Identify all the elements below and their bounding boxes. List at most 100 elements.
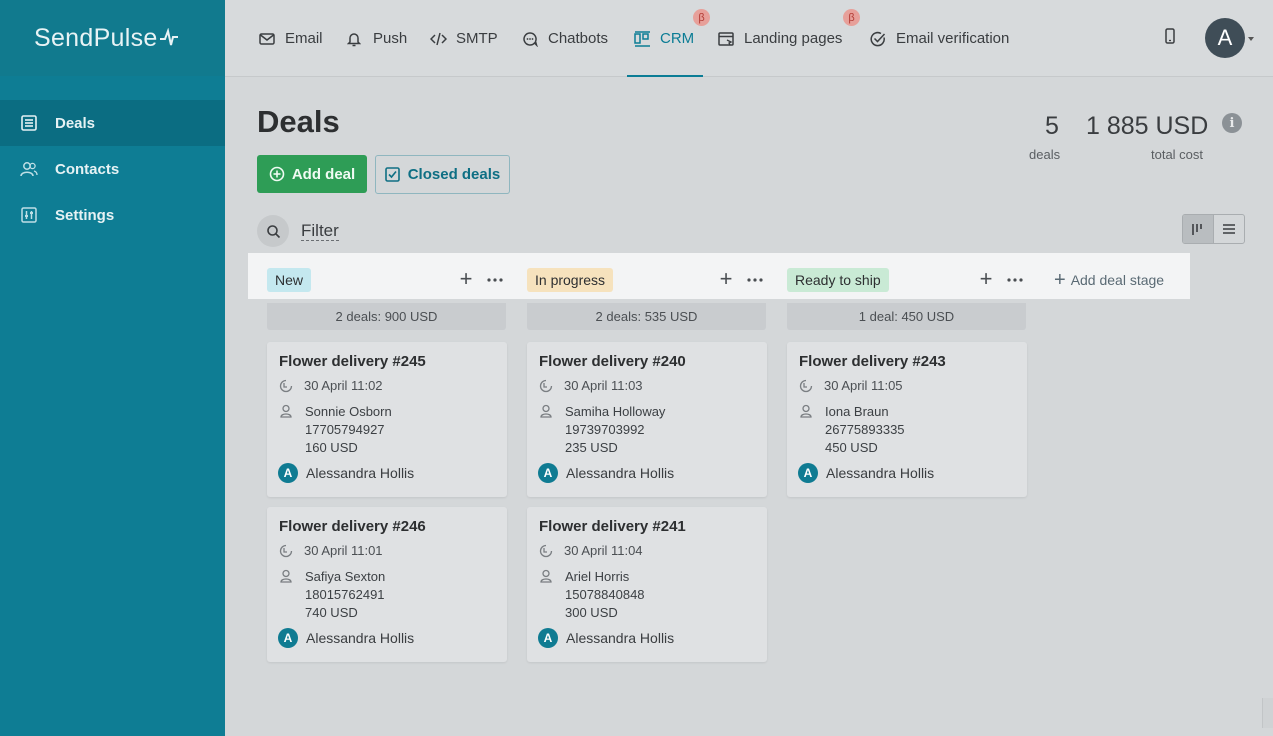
chat-icon: [522, 30, 539, 47]
deal-card[interactable]: Flower delivery #246 30 April 11:01 Safi…: [267, 507, 507, 662]
column-summary: 2 deals: 535 USD: [527, 303, 766, 330]
sidebar-item-contacts[interactable]: Contacts: [0, 146, 225, 192]
plus-icon: +: [1054, 269, 1066, 291]
add-deal-stage-button[interactable]: + Add deal stage: [1054, 269, 1164, 291]
nav-landing-pages-label: Landing pages: [744, 30, 843, 47]
deal-contact: Samiha Holloway: [565, 404, 666, 419]
deal-date: 30 April 11:05: [824, 378, 903, 393]
checkbox-icon: [384, 167, 400, 182]
search-icon[interactable]: [257, 215, 289, 247]
add-deal-stage-label: Add deal stage: [1070, 272, 1165, 288]
board-view-button[interactable]: [1183, 215, 1214, 243]
top-navigation: Email Push SMTP Chatbots CRM β Landing p…: [225, 0, 1273, 77]
sidebar-item-settings[interactable]: Settings: [0, 192, 225, 238]
nav-push-label: Push: [373, 30, 408, 47]
deal-card[interactable]: Flower delivery #245 30 April 11:02 Sonn…: [267, 342, 507, 497]
contacts-icon: [20, 160, 38, 178]
owner-avatar: A: [538, 628, 558, 648]
deal-phone: 17705794927: [305, 422, 385, 437]
nav-crm[interactable]: CRM: [626, 0, 704, 77]
deal-amount: 300 USD: [565, 605, 618, 620]
filter-link[interactable]: Filter: [301, 221, 339, 241]
owner-avatar: A: [278, 628, 298, 648]
nav-smtp[interactable]: SMTP: [430, 0, 498, 77]
more-icon[interactable]: [744, 269, 766, 291]
nav-email[interactable]: Email: [259, 0, 323, 77]
nav-push[interactable]: Push: [347, 0, 407, 77]
closed-deals-button[interactable]: Closed deals: [375, 155, 510, 194]
page-title: Deals: [257, 104, 340, 139]
list-icon: [1223, 224, 1235, 234]
clock-icon: [279, 379, 293, 393]
add-deal-button[interactable]: Add deal: [257, 155, 367, 193]
nav-landing-pages[interactable]: Landing pages: [718, 0, 842, 77]
stage-tag-in-progress[interactable]: In progress: [527, 268, 614, 292]
deal-card[interactable]: Flower delivery #240 30 April 11:03 Sami…: [527, 342, 767, 497]
deal-title: Flower delivery #241: [539, 518, 686, 535]
list-view-button[interactable]: [1214, 215, 1244, 243]
stage-tag-new[interactable]: New: [267, 268, 312, 292]
column-summary: 2 deals: 900 USD: [267, 303, 506, 330]
deal-card[interactable]: Flower delivery #243 30 April 11:05 Iona…: [787, 342, 1027, 497]
crm-beta-badge: β: [693, 9, 710, 26]
deals-icon: [20, 114, 38, 132]
nav-email-label: Email: [285, 30, 323, 47]
deal-date: 30 April 11:03: [564, 378, 643, 393]
deal-phone: 19739703992: [565, 422, 645, 437]
more-icon[interactable]: [484, 269, 506, 291]
sidebar: SendPulse Deals Contacts Settings: [0, 0, 225, 736]
add-deal-to-ready-icon[interactable]: +: [975, 268, 997, 291]
stage-tag-ready-to-ship[interactable]: Ready to ship: [787, 268, 889, 292]
nav-chatbots[interactable]: Chatbots: [522, 0, 608, 77]
pulse-icon: [159, 28, 178, 46]
sidebar-item-label: Settings: [55, 206, 115, 224]
deal-card[interactable]: Flower delivery #241 30 April 11:04 Arie…: [527, 507, 767, 662]
settings-icon: [20, 206, 38, 224]
more-icon[interactable]: [1004, 269, 1026, 291]
add-deal-label: Add deal: [291, 165, 356, 183]
deal-title: Flower delivery #240: [539, 353, 686, 370]
mobile-icon[interactable]: [1165, 28, 1175, 49]
owner-avatar: A: [538, 463, 558, 483]
deal-date: 30 April 11:01: [304, 543, 383, 558]
logo[interactable]: SendPulse: [0, 0, 225, 76]
person-icon: [280, 569, 292, 583]
deal-owner: Alessandra Hollis: [826, 465, 935, 481]
sidebar-item-deals[interactable]: Deals: [0, 100, 225, 146]
owner-avatar: A: [278, 463, 298, 483]
person-icon: [800, 404, 812, 418]
sidebar-item-label: Deals: [55, 114, 96, 132]
nav-email-verification[interactable]: Email verification: [870, 0, 1009, 77]
deals-count: 5: [1045, 112, 1059, 140]
clock-icon: [539, 379, 553, 393]
deal-contact: Sonnie Osborn: [305, 404, 392, 419]
deal-amount: 450 USD: [825, 440, 878, 455]
plus-circle-icon: [269, 166, 285, 182]
deal-contact: Iona Braun: [825, 404, 889, 419]
envelope-icon: [259, 30, 276, 47]
person-icon: [280, 404, 292, 418]
deal-amount: 160 USD: [305, 440, 358, 455]
user-avatar[interactable]: A: [1205, 18, 1245, 58]
deal-title: Flower delivery #243: [799, 353, 946, 370]
sidebar-nav: Deals Contacts Settings: [0, 100, 225, 238]
deal-contact: Ariel Horris: [565, 569, 630, 584]
scrollbar-thumb[interactable]: [1262, 698, 1273, 728]
sidebar-item-label: Contacts: [55, 160, 120, 178]
deal-date: 30 April 11:04: [564, 543, 643, 558]
deal-phone: 15078840848: [565, 587, 645, 602]
add-deal-to-in-progress-icon[interactable]: +: [715, 268, 737, 291]
add-deal-to-new-icon[interactable]: +: [455, 268, 477, 291]
kanban-icon: [1192, 224, 1202, 235]
nav-chatbots-label: Chatbots: [548, 30, 609, 47]
code-icon: [430, 30, 447, 47]
deal-phone: 26775893335: [825, 422, 905, 437]
deal-phone: 18015762491: [305, 587, 385, 602]
deal-amount: 235 USD: [565, 440, 618, 455]
owner-avatar: A: [798, 463, 818, 483]
chevron-down-icon[interactable]: [1248, 37, 1254, 41]
stage-header-bar: New + In progress + Ready to ship + + Add…: [248, 253, 1190, 299]
nav-crm-label: CRM: [660, 30, 695, 47]
info-icon[interactable]: i: [1222, 113, 1242, 133]
closed-deals-label: Closed deals: [407, 166, 501, 183]
